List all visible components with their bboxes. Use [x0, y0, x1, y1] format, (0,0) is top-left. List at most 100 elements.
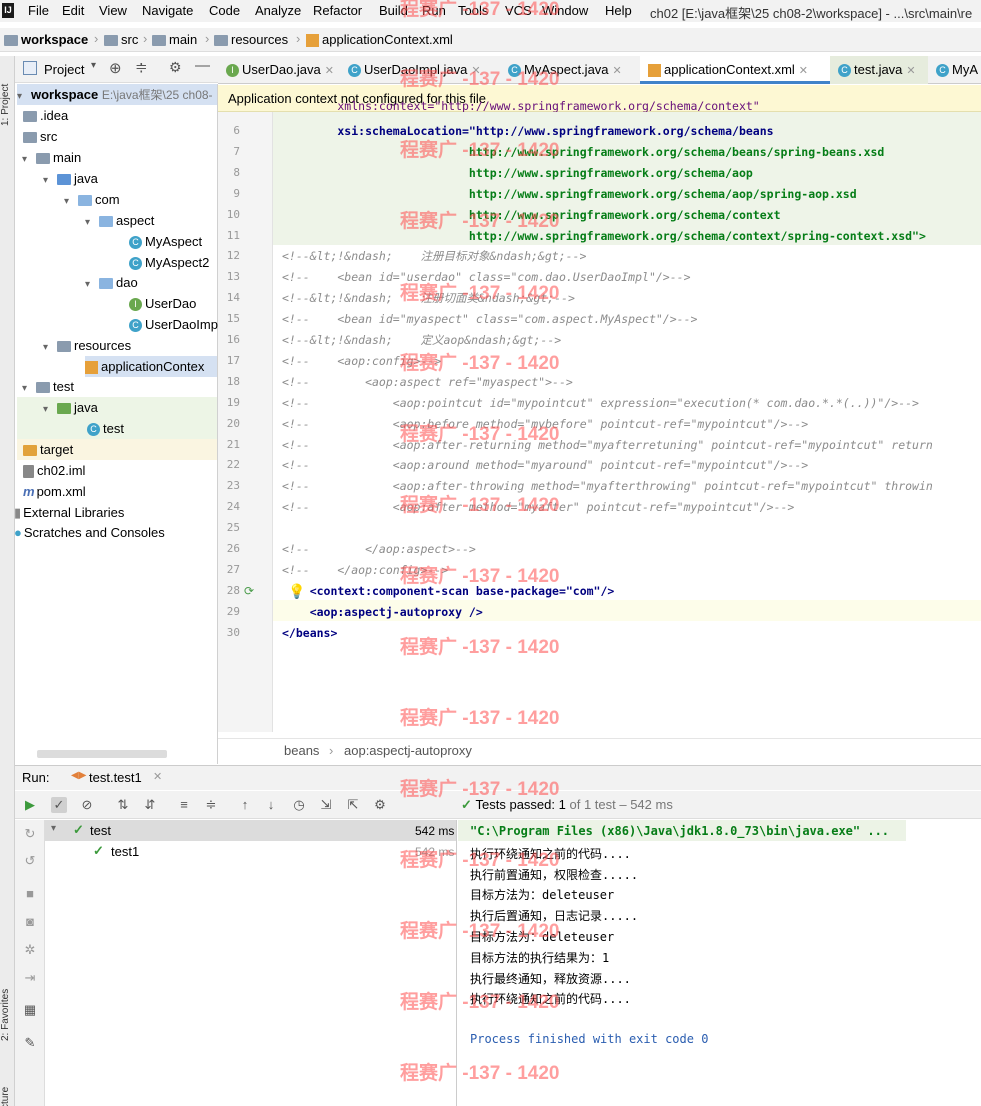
- menu-file[interactable]: File: [28, 3, 49, 18]
- tree-item-myaspect[interactable]: C MyAspect: [129, 231, 202, 252]
- structure-tool-button[interactable]: Z: Structure: [0, 1071, 15, 1106]
- close-icon[interactable]: ✕: [613, 65, 622, 77]
- tree-item-test-java[interactable]: ▾ java: [17, 397, 217, 418]
- stop-icon[interactable]: ■: [22, 886, 38, 902]
- tab-applicationcontext[interactable]: applicationContext.xml ✕: [640, 56, 830, 84]
- console-line: 执行后置通知，日志记录.....: [470, 909, 639, 924]
- menu-run[interactable]: Run: [422, 3, 446, 18]
- tree-item-scratches[interactable]: ● Scratches and Consoles: [14, 522, 165, 543]
- code-line: <!-- </aop:aspect>-->: [282, 542, 476, 556]
- show-passed-icon[interactable]: ✓: [51, 797, 67, 813]
- pin-icon[interactable]: ✎: [22, 1035, 38, 1051]
- sort-duration-icon[interactable]: ⇵: [142, 797, 158, 813]
- menu-analyze[interactable]: Analyze: [255, 3, 301, 18]
- folder-icon: [23, 111, 37, 123]
- next-failed-icon[interactable]: ↓: [263, 797, 279, 813]
- tab-myaspect-overflow[interactable]: C MyA: [928, 56, 981, 84]
- locate-icon[interactable]: ⊕: [109, 59, 122, 77]
- tree-item-dao[interactable]: ▾ dao: [85, 272, 138, 293]
- crumb-file[interactable]: applicationContext.xml: [306, 32, 453, 48]
- tab-userdaoimpl[interactable]: C UserDaoImpl.java ✕: [340, 56, 500, 84]
- camera-icon[interactable]: ◙: [22, 914, 38, 930]
- menu-help[interactable]: Help: [605, 3, 632, 18]
- horizontal-scrollbar[interactable]: [37, 750, 167, 758]
- exit-icon[interactable]: ⇥: [22, 970, 38, 986]
- test-history-icon[interactable]: ◷: [291, 797, 307, 813]
- menu-refactor[interactable]: Refactor: [313, 3, 362, 18]
- debug-icon[interactable]: ✲: [22, 942, 38, 958]
- close-icon[interactable]: ✕: [906, 65, 915, 77]
- rerun-icon[interactable]: ▶: [22, 797, 38, 813]
- tree-item-pom[interactable]: m pom.xml: [23, 481, 86, 502]
- tree-item-target[interactable]: target: [17, 439, 217, 460]
- tree-item-com[interactable]: ▾ com: [64, 189, 120, 210]
- line-number: 9: [233, 186, 240, 200]
- collapse-all-icon[interactable]: ≑: [135, 58, 148, 76]
- class-icon: C: [129, 236, 142, 250]
- close-icon[interactable]: ✕: [799, 65, 808, 77]
- sort-alpha-icon[interactable]: ⇅: [115, 797, 131, 813]
- crumb-workspace[interactable]: workspace: [4, 32, 88, 47]
- menu-vcs[interactable]: VCS: [505, 3, 532, 18]
- spring-bean-gutter-icon[interactable]: ⟳: [244, 584, 254, 598]
- run-tab-test1[interactable]: test.test1: [89, 770, 142, 785]
- tree-item-external-libraries[interactable]: ▮ External Libraries: [14, 502, 124, 523]
- crumb-main[interactable]: main: [152, 32, 197, 47]
- import-tests-icon[interactable]: ⇲: [318, 797, 334, 813]
- toggle-autotest-icon[interactable]: ↺: [22, 853, 38, 869]
- line-number: 26: [226, 542, 240, 555]
- code-line: <!--&lt;!&ndash; 注册目标对象&ndash;&gt;-->: [282, 249, 587, 264]
- crumb-resources[interactable]: resources: [214, 32, 288, 47]
- minimize-icon[interactable]: —: [195, 57, 210, 74]
- dropdown-arrow-icon[interactable]: ▾: [91, 60, 96, 71]
- menu-edit[interactable]: Edit: [62, 3, 84, 18]
- close-icon[interactable]: ✕: [153, 770, 162, 783]
- collapse-all-icon[interactable]: ≑: [203, 797, 219, 813]
- export-tests-icon[interactable]: ⇱: [345, 797, 361, 813]
- tree-item-aspect[interactable]: ▾ aspect: [85, 210, 154, 231]
- favorites-tool-button[interactable]: 2: Favorites: [0, 971, 15, 1041]
- test-row-test1[interactable]: ✓ test1 542 ms: [45, 841, 456, 862]
- tab-test[interactable]: Ctest.java ✕: [830, 56, 928, 84]
- menu-tools[interactable]: Tools: [458, 3, 488, 18]
- gear-icon[interactable]: ⚙: [372, 797, 388, 813]
- menu-view[interactable]: View: [99, 3, 127, 18]
- prev-failed-icon[interactable]: ↑: [237, 797, 253, 813]
- tree-item-test-class[interactable]: Ctest: [17, 418, 217, 439]
- line-number: 19: [226, 395, 240, 409]
- tree-item-myaspect2[interactable]: C MyAspect2: [129, 252, 209, 273]
- expand-all-icon[interactable]: ≡: [176, 797, 192, 813]
- tree-item-iml[interactable]: ch02.iml: [23, 460, 85, 481]
- gear-icon[interactable]: ⚙: [169, 59, 182, 76]
- editor-breadcrumb: beans › aop:aspectj-autoproxy: [218, 738, 981, 762]
- rerun-failed-icon[interactable]: ↻: [22, 826, 38, 842]
- tree-root-workspace[interactable]: ▾ workspace E:\java框架\25 ch08-: [17, 84, 217, 105]
- code-line: <aop:aspectj-autoproxy />: [282, 604, 483, 619]
- tree-item-main[interactable]: ▾ main: [22, 147, 81, 168]
- close-icon[interactable]: ✕: [471, 65, 480, 77]
- tree-item-applicationcontext[interactable]: applicationContex: [85, 356, 217, 377]
- menu-build[interactable]: Build: [379, 3, 408, 18]
- layout-icon[interactable]: ▦: [22, 1002, 38, 1018]
- close-icon[interactable]: ✕: [325, 65, 334, 77]
- tree-item-java[interactable]: ▾ java: [43, 168, 98, 189]
- intellij-logo-icon: IJ: [2, 3, 14, 18]
- tree-item-test-folder[interactable]: ▾ test: [22, 376, 74, 397]
- tab-myaspect[interactable]: C MyAspect.java ✕: [500, 56, 640, 84]
- tab-userdao[interactable]: I UserDao.java ✕: [218, 56, 340, 84]
- tree-item-src[interactable]: src: [23, 126, 57, 147]
- project-tool-button[interactable]: 1: Project: [0, 62, 15, 126]
- tree-item-resources[interactable]: ▾ resources: [43, 335, 131, 356]
- tree-item-userdao[interactable]: I UserDao: [129, 293, 196, 314]
- test-row-test[interactable]: ▾ ✓ test 542 ms: [45, 820, 456, 841]
- tree-item-userdaoimpl[interactable]: C UserDaoImp: [129, 314, 218, 335]
- breadcrumb-autoproxy[interactable]: aop:aspectj-autoproxy: [344, 743, 472, 758]
- menu-navigate[interactable]: Navigate: [142, 3, 193, 18]
- project-view-selector[interactable]: Project: [44, 62, 84, 77]
- breadcrumb-beans[interactable]: beans: [284, 743, 319, 758]
- menu-code[interactable]: Code: [209, 3, 240, 18]
- crumb-src[interactable]: src: [104, 32, 138, 47]
- menu-window[interactable]: Window: [542, 3, 588, 18]
- show-ignored-icon[interactable]: ⊘: [79, 797, 95, 813]
- tree-item-idea[interactable]: .idea: [23, 105, 68, 126]
